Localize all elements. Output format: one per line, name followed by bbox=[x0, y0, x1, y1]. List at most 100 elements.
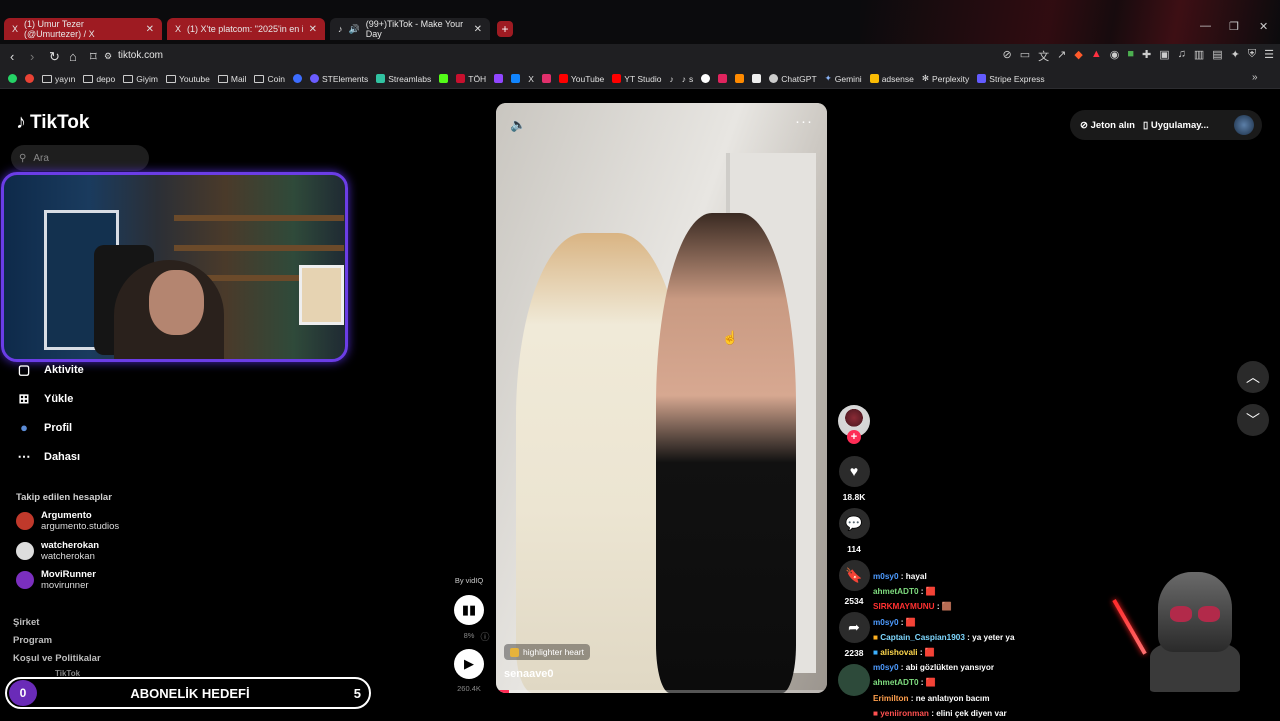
home-icon[interactable]: ⌂ bbox=[69, 49, 77, 64]
effect-tag[interactable]: highlighter heart bbox=[504, 644, 590, 660]
maximize-icon[interactable]: ❐ bbox=[1229, 20, 1239, 33]
nav-profile[interactable]: ● Profil bbox=[16, 420, 72, 435]
footer-program-link[interactable]: Program bbox=[13, 635, 52, 646]
bookmark-twitch[interactable] bbox=[494, 74, 504, 83]
site-info-icon[interactable]: ⚙ bbox=[104, 51, 112, 62]
bookmark-folder-coin[interactable]: Coin bbox=[254, 74, 285, 84]
bookmark-youtube[interactable]: YouTube bbox=[558, 74, 604, 84]
bookmark-folder-giyim[interactable]: Giyim bbox=[123, 74, 158, 84]
close-window-icon[interactable]: ✕ bbox=[1259, 20, 1268, 33]
bookmark-blogger[interactable] bbox=[735, 74, 745, 83]
bookmark-stripe[interactable]: Stripe Express bbox=[977, 74, 1045, 84]
bookmark-kick[interactable] bbox=[439, 74, 449, 83]
following-account[interactable]: Argumento argumento.studios bbox=[16, 510, 119, 532]
get-app-button[interactable]: ▯ Uygulamay... bbox=[1143, 120, 1209, 131]
save-action[interactable]: 🔖 2534 bbox=[838, 560, 870, 606]
vpn-icon[interactable]: ⛨ bbox=[1248, 48, 1256, 64]
extension-icon[interactable]: ⊘ bbox=[1003, 48, 1012, 64]
share-icon[interactable]: ↗ bbox=[1057, 48, 1066, 64]
bookmark-adsense[interactable]: adsense bbox=[869, 74, 914, 84]
extension-icon[interactable]: ◉ bbox=[1110, 48, 1120, 64]
forward-icon[interactable]: › bbox=[30, 49, 34, 64]
bookmark-tiktok-s[interactable]: ♪ s bbox=[682, 74, 694, 84]
tiktok-logo[interactable]: ♪ TikTok bbox=[16, 111, 89, 134]
leo-icon[interactable]: ✦ bbox=[1231, 48, 1240, 64]
puzzle-icon[interactable]: ✚ bbox=[1142, 48, 1151, 64]
bookmark-bluesky[interactable] bbox=[511, 74, 521, 83]
bookmark-amazon[interactable] bbox=[752, 74, 762, 83]
url-field[interactable]: tiktok.com bbox=[118, 50, 163, 61]
sidebar-icon[interactable]: ▥ bbox=[1194, 48, 1204, 64]
video-progress[interactable] bbox=[496, 690, 827, 693]
more-options-icon[interactable]: ··· bbox=[795, 113, 813, 130]
footer-company-link[interactable]: Şirket bbox=[13, 617, 39, 628]
bookmark-toh[interactable]: TÖH bbox=[456, 74, 486, 84]
translate-icon[interactable]: 文 bbox=[1038, 48, 1049, 64]
tab-platcom[interactable]: X (1) X'te platcom: "2025'in en iyi klib… bbox=[167, 18, 325, 40]
bookmark-folder-mail[interactable]: Mail bbox=[217, 74, 246, 84]
chrome-icon[interactable] bbox=[25, 74, 34, 83]
tab-umur-tezer[interactable]: X (1) Umur Tezer (@Umurtezer) / X ✕ bbox=[4, 18, 162, 40]
bookmark-circle[interactable] bbox=[701, 74, 711, 83]
minimize-icon[interactable]: — bbox=[1200, 20, 1211, 32]
menu-icon[interactable]: ☰ bbox=[1264, 48, 1274, 64]
tab-tiktok[interactable]: ♪ 🔊 (99+)TikTok - Make Your Day ✕ bbox=[330, 18, 490, 40]
bookmark-folder-yayin[interactable]: yayın bbox=[42, 74, 75, 84]
brave-shield-icon[interactable]: ◆ bbox=[1074, 48, 1082, 64]
vidiq-stats-button[interactable]: ▮▮ bbox=[454, 595, 484, 625]
extension-icon[interactable]: ■ bbox=[1127, 48, 1134, 64]
new-tab-button[interactable]: + bbox=[497, 21, 513, 37]
bookmark-instagram[interactable] bbox=[541, 74, 551, 83]
comment-icon[interactable]: 💬 bbox=[838, 508, 870, 539]
bookmark-icon[interactable]: 🔖 bbox=[838, 560, 870, 591]
bookmark-folder-youtube[interactable]: Youtube bbox=[165, 74, 210, 84]
wallet-icon[interactable]: ▤ bbox=[1212, 48, 1222, 64]
next-video-button[interactable]: ﹀ bbox=[1237, 404, 1269, 436]
cast-icon[interactable]: ▭ bbox=[1020, 48, 1030, 64]
media-icon[interactable]: ♫ bbox=[1178, 48, 1186, 64]
nav-activity[interactable]: ▢ Aktivite bbox=[16, 362, 84, 378]
nav-more[interactable]: ⋯ Dahası bbox=[16, 449, 81, 465]
bookmark-b[interactable] bbox=[292, 74, 302, 83]
video-player[interactable]: 🔈 ··· highlighter heart senaave0 bbox=[496, 103, 827, 693]
more-bookmarks-icon[interactable]: » bbox=[1252, 72, 1258, 83]
follow-button[interactable]: + bbox=[847, 430, 861, 444]
close-icon[interactable]: ✕ bbox=[146, 24, 154, 35]
bookmark-chatgpt[interactable]: ChatGPT bbox=[769, 74, 817, 84]
search-input[interactable]: ⚲ Ara bbox=[11, 145, 149, 171]
mute-icon[interactable]: 🔈 bbox=[510, 117, 526, 133]
like-action[interactable]: ♥ 18.8K bbox=[838, 456, 870, 502]
bookmark-react[interactable] bbox=[718, 74, 728, 83]
bookmark-perplexity[interactable]: ✻ Perplexity bbox=[922, 73, 969, 84]
get-coins-button[interactable]: ⊘ Jeton alın bbox=[1080, 120, 1135, 131]
bookmark-tiktok[interactable]: ♪ bbox=[669, 74, 673, 84]
following-account[interactable]: watcherokan watcherokan bbox=[16, 540, 99, 562]
close-icon[interactable]: ✕ bbox=[309, 24, 317, 35]
share-action[interactable]: ➦ 2238 bbox=[838, 612, 870, 658]
info-icon[interactable]: ⓘ bbox=[479, 630, 491, 643]
nav-upload[interactable]: ⊞ Yükle bbox=[16, 391, 74, 407]
following-account[interactable]: MoviRunner movirunner bbox=[16, 569, 96, 591]
bookmark-x[interactable]: X bbox=[528, 74, 534, 84]
bookmark-stelements[interactable]: STElements bbox=[309, 74, 368, 84]
play-button[interactable]: ▶ bbox=[454, 649, 484, 679]
whatsapp-icon[interactable] bbox=[8, 74, 17, 83]
bookmark-folder-depo[interactable]: depo bbox=[83, 74, 115, 84]
footer-terms-link[interactable]: Koşul ve Politikalar bbox=[13, 653, 101, 664]
previous-video-button[interactable]: ︿ bbox=[1237, 361, 1269, 393]
bookmark-icon[interactable]: ⌑ bbox=[90, 49, 97, 65]
bookmark-gemini[interactable]: ✦ Gemini bbox=[825, 73, 862, 84]
share-icon[interactable]: ➦ bbox=[838, 612, 870, 643]
video-author[interactable]: senaave0 bbox=[504, 668, 554, 680]
rewards-icon[interactable]: ▲ bbox=[1091, 48, 1102, 64]
heart-icon[interactable]: ♥ bbox=[838, 456, 870, 487]
bookmark-yt-studio[interactable]: YT Studio bbox=[612, 74, 661, 84]
user-avatar[interactable] bbox=[1234, 115, 1254, 135]
sound-avatar[interactable] bbox=[838, 664, 870, 696]
bookmark-streamlabs[interactable]: Streamlabs bbox=[376, 74, 431, 84]
screenshot-icon[interactable]: ▣ bbox=[1159, 48, 1169, 64]
close-icon[interactable]: ✕ bbox=[474, 24, 482, 35]
back-icon[interactable]: ‹ bbox=[10, 49, 14, 64]
reload-icon[interactable]: ↻ bbox=[49, 49, 60, 65]
comment-action[interactable]: 💬 114 bbox=[838, 508, 870, 554]
